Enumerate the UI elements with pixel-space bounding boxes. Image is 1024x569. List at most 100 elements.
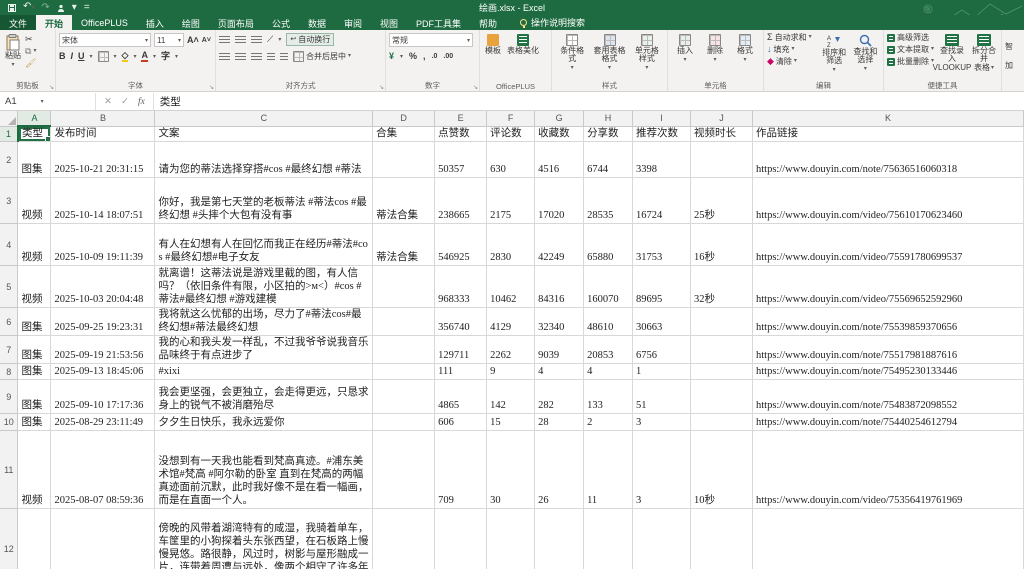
cell-J6[interactable] — [691, 308, 753, 336]
alignment-dialog-launcher[interactable]: ↘ — [379, 84, 384, 91]
decrease-indent-icon[interactable] — [267, 53, 275, 61]
cell-H9[interactable]: 133 — [584, 380, 633, 414]
cell-B10[interactable]: 2025-08-29 23:11:49 — [51, 414, 155, 431]
format-cells-button[interactable]: 格式▾ — [731, 33, 759, 80]
copy-button[interactable]: ⧉▾ — [25, 47, 36, 56]
cell-J9[interactable] — [691, 380, 753, 414]
text-extract-button[interactable]: 文本提取▾ — [887, 45, 934, 54]
cell-D1[interactable]: 合集 — [373, 126, 435, 142]
cell-J8[interactable] — [691, 364, 753, 380]
cell-H11[interactable]: 11 — [584, 431, 633, 509]
cell-E12[interactable]: 542 — [435, 509, 487, 569]
cell-B9[interactable]: 2025-09-10 17:17:36 — [51, 380, 155, 414]
cell-D2[interactable] — [373, 142, 435, 178]
cell-C5[interactable]: 就离谱！这蒂法说是游戏里截的图，有人信吗？（依旧条件有限，小区拍的>м<）#co… — [155, 266, 373, 308]
clear-button[interactable]: ◆清除▾ — [767, 57, 818, 66]
tab-review[interactable]: 审阅 — [335, 15, 371, 30]
cell-A8[interactable]: 图集 — [18, 364, 51, 380]
cell-K12[interactable]: https://www.douyin.com/video/75298782677… — [752, 509, 1023, 569]
cell-styles-button[interactable]: 单元格样式▾ — [630, 33, 664, 80]
cell-H10[interactable]: 2 — [584, 414, 633, 431]
cell-F2[interactable]: 630 — [487, 142, 535, 178]
lookup-vlookup-button[interactable]: 查找录入VLOOKUP — [936, 33, 968, 80]
cell-C2[interactable]: 请为您的蒂法选择穿搭#cos #最终幻想 #蒂法 — [155, 142, 373, 178]
cell-F12[interactable]: 13 — [487, 509, 535, 569]
cell-K2[interactable]: https://www.douyin.com/note/756365160603… — [752, 142, 1023, 178]
tab-draw[interactable]: 绘图 — [173, 15, 209, 30]
align-top-icon[interactable] — [219, 36, 230, 44]
cell-A12[interactable]: 视频 — [18, 509, 51, 569]
column-header-A[interactable]: A — [18, 111, 51, 126]
cell-B4[interactable]: 2025-10-09 19:11:39 — [51, 224, 155, 266]
cell-D4[interactable]: 蒂法合集 — [373, 224, 435, 266]
row-header-11[interactable]: 11 — [0, 431, 18, 509]
cell-I6[interactable]: 30663 — [633, 308, 691, 336]
column-header-E[interactable]: E — [435, 111, 487, 126]
cell-H8[interactable]: 4 — [584, 364, 633, 380]
cell-I12[interactable]: 13 — [633, 509, 691, 569]
comma-style-icon[interactable]: , — [423, 52, 426, 61]
tab-officeplus[interactable]: OfficePLUS — [72, 15, 137, 30]
cell-J10[interactable] — [691, 414, 753, 431]
cell-E9[interactable]: 4865 — [435, 380, 487, 414]
conditional-formatting-button[interactable]: 条件格式▾ — [555, 33, 589, 80]
cell-A10[interactable]: 图集 — [18, 414, 51, 431]
row-header-2[interactable]: 2 — [0, 142, 18, 178]
cell-I7[interactable]: 6756 — [633, 336, 691, 364]
font-size-select[interactable]: 11▾ — [154, 33, 184, 47]
borders-icon[interactable] — [98, 51, 109, 62]
advanced-filter-button[interactable]: 高级筛选 — [887, 33, 934, 42]
cell-F7[interactable]: 2262 — [487, 336, 535, 364]
cell-D11[interactable] — [373, 431, 435, 509]
formula-input[interactable]: 类型 — [154, 93, 187, 110]
cell-E1[interactable]: 点赞数 — [435, 126, 487, 142]
cell-F1[interactable]: 评论数 — [487, 126, 535, 142]
column-header-F[interactable]: F — [487, 111, 535, 126]
wrap-text-button[interactable]: ↩ 自动换行 — [286, 33, 334, 46]
percent-style-icon[interactable]: % — [409, 52, 417, 61]
cell-K10[interactable]: https://www.douyin.com/note/754402546127… — [752, 414, 1023, 431]
template-button[interactable]: 模板 — [483, 33, 503, 80]
cell-B2[interactable]: 2025-10-21 20:31:15 — [51, 142, 155, 178]
cell-D7[interactable] — [373, 336, 435, 364]
cell-E5[interactable]: 968333 — [435, 266, 487, 308]
cell-I9[interactable]: 51 — [633, 380, 691, 414]
cell-C11[interactable]: 没想到有一天我也能看到梵高真迹。#浦东美术馆#梵高 #阿尔勒的卧室 直到在梵高的… — [155, 431, 373, 509]
cell-C4[interactable]: 有人在幻想有人在回忆而我正在经历#蒂法#cos #最终幻想#电子女友 — [155, 224, 373, 266]
cell-E2[interactable]: 50357 — [435, 142, 487, 178]
row-header-6[interactable]: 6 — [0, 308, 18, 336]
cell-G11[interactable]: 26 — [535, 431, 584, 509]
column-header-I[interactable]: I — [633, 111, 691, 126]
cell-C1[interactable]: 文案 — [155, 126, 373, 142]
number-format-select[interactable]: 常规▾ — [389, 33, 473, 47]
clipboard-dialog-launcher[interactable]: ↘ — [49, 84, 54, 91]
decrease-decimal-icon[interactable]: .00 — [443, 52, 453, 61]
merge-center-button[interactable]: 合并后居中▾ — [293, 51, 351, 62]
cell-A7[interactable]: 图集 — [18, 336, 51, 364]
row-header-12[interactable]: 12 — [0, 509, 18, 569]
cell-C3[interactable]: 你好，我是第七天堂的老板蒂法 #蒂法cos #最终幻想 #头摔个大包有没有事 — [155, 178, 373, 224]
table-beautify-button[interactable]: 表格美化 — [505, 33, 541, 80]
cut-button[interactable]: ✂ — [25, 35, 36, 44]
tell-me-search[interactable]: 操作说明搜索 — [520, 15, 585, 30]
column-header-J[interactable]: J — [691, 111, 753, 126]
autosum-button[interactable]: Σ自动求和▾ — [767, 33, 818, 42]
cell-J1[interactable]: 视频时长 — [691, 126, 753, 142]
align-middle-icon[interactable] — [235, 36, 246, 44]
cell-G8[interactable]: 4 — [535, 364, 584, 380]
cell-F3[interactable]: 2175 — [487, 178, 535, 224]
column-header-C[interactable]: C — [155, 111, 373, 126]
cell-B3[interactable]: 2025-10-14 18:07:51 — [51, 178, 155, 224]
cell-H3[interactable]: 28535 — [584, 178, 633, 224]
cell-I3[interactable]: 16724 — [633, 178, 691, 224]
bold-button[interactable]: B — [59, 52, 66, 61]
cell-I10[interactable]: 3 — [633, 414, 691, 431]
tab-view[interactable]: 视图 — [371, 15, 407, 30]
insert-cells-button[interactable]: 插入▾ — [671, 33, 699, 80]
cell-A1[interactable]: 类型 — [18, 126, 51, 142]
row-header-5[interactable]: 5 — [0, 266, 18, 308]
row-header-1[interactable]: 1 — [0, 126, 18, 142]
italic-button[interactable]: I — [71, 52, 74, 61]
cell-F10[interactable]: 15 — [487, 414, 535, 431]
cell-F6[interactable]: 4129 — [487, 308, 535, 336]
